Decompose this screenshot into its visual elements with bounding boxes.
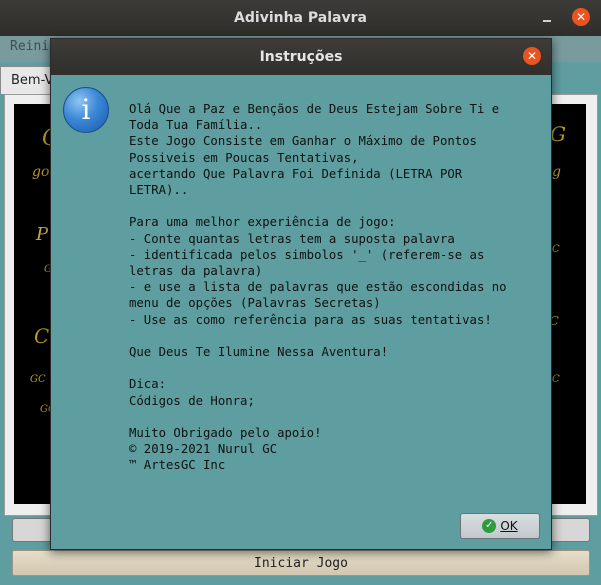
message-line: menu de opções (Palavras Secretas) — [129, 296, 381, 311]
decorative-gold-script: go — [32, 164, 50, 180]
main-window-titlebar: Adivinha Palavra — [0, 0, 601, 36]
message-line: Para uma melhor experiência de jogo: — [129, 215, 396, 230]
message-line: Muito Obrigado pelo apoio! — [129, 426, 322, 440]
ok-button[interactable]: ✓ OK — [460, 513, 540, 539]
message-line: - e use a lista de palavras que estão es… — [129, 280, 507, 295]
start-game-button[interactable]: Iniciar Jogo — [12, 550, 590, 576]
message-line: letras da palavra) — [129, 264, 263, 279]
message-line: Possiveis em Poucas Tentativas, — [129, 150, 359, 165]
decorative-gold-script: P — [36, 224, 49, 245]
decorative-gold-script: G — [550, 122, 566, 146]
dialog-close-icon[interactable]: ✕ — [523, 47, 541, 65]
message-line: ™ ArtesGC Inc — [129, 458, 226, 473]
checkmark-icon: ✓ — [482, 519, 497, 533]
message-line: © 2019-2021 Nurul GC — [129, 442, 278, 457]
dialog-titlebar: Instruções — [51, 39, 551, 75]
main-window-title: Adivinha Palavra — [234, 10, 367, 26]
dialog-title: Instruções — [259, 49, 343, 65]
decorative-gold-script: C — [34, 324, 50, 348]
message-line — [129, 360, 539, 376]
message-line: Este Jogo Consiste em Ganhar o Máximo de… — [129, 134, 477, 149]
info-icon: i — [63, 87, 109, 133]
message-line: - Conte quantas letras tem a suposta pal… — [129, 231, 455, 246]
message-line: - Use as como referência para as suas te… — [129, 312, 492, 327]
message-line — [129, 328, 539, 344]
instructions-dialog: Instruções ✕ i Olá Que a Paz e Bençãos d… — [50, 38, 552, 550]
message-line: Dica: — [129, 377, 167, 392]
main-close-icon[interactable]: ✕ — [572, 8, 590, 26]
decorative-gold-script: GC — [30, 374, 46, 385]
message-line: acertando Que Palavra Foi Definida (LETR… — [129, 166, 463, 181]
message-line: Toda Tua Família.. — [129, 118, 263, 133]
instructions-message: Olá Que a Paz e Bençãos de Deus Estejam … — [129, 101, 539, 474]
decorative-gold-script: g — [552, 164, 561, 180]
message-line: Códigos de Honra; — [129, 393, 255, 408]
message-line: Olá Que a Paz e Bençãos de Deus Estejam … — [129, 102, 500, 116]
menu-item-restart[interactable]: Reini — [10, 39, 49, 54]
message-line: - identificada pelos simbolos '_' (refer… — [129, 247, 485, 262]
message-line: LETRA).. — [129, 183, 189, 198]
message-line: Que Deus Te Ilumine Nessa Aventura! — [129, 345, 389, 360]
minimize-icon[interactable] — [540, 10, 554, 24]
message-line — [129, 409, 539, 425]
message-line — [129, 198, 539, 214]
ok-button-label: OK — [500, 519, 518, 533]
